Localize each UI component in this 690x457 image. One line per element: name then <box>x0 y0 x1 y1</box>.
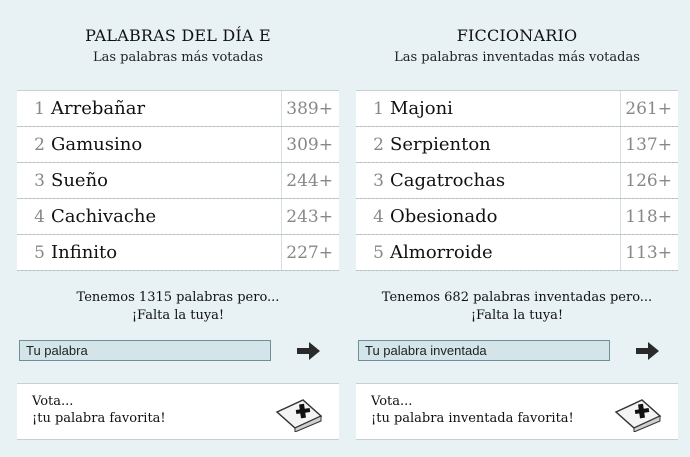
rank-number: 4 <box>34 207 45 227</box>
ficcionario-panel: FICCIONARIO Las palabras inventadas más … <box>356 0 678 457</box>
vote-prompt: Vota... ¡tu palabra favorita! <box>32 393 166 427</box>
vote-count[interactable]: 309+ <box>281 127 339 163</box>
panel-subtitle: Las palabras inventadas más votadas <box>394 50 640 65</box>
vote-count[interactable]: 118+ <box>620 199 678 235</box>
new-word-input[interactable] <box>19 340 271 361</box>
rank-number: 1 <box>373 99 384 119</box>
list-item[interactable]: 3 Sueño 244+ <box>17 163 339 199</box>
arrow-right-icon[interactable] <box>634 340 662 362</box>
vote-line: ¡tu palabra favorita! <box>32 411 166 426</box>
ballot-box-icon[interactable] <box>273 394 325 432</box>
list-item[interactable]: 2 Gamusino 309+ <box>17 127 339 163</box>
word-link[interactable]: Almorroide <box>390 235 493 271</box>
ballot-box-icon[interactable] <box>612 394 664 432</box>
vote-line: Vota... <box>371 394 413 409</box>
list-item[interactable]: 5 Almorroide 113+ <box>356 235 678 271</box>
rank-number: 4 <box>373 207 384 227</box>
list-item[interactable]: 3 Cagatrochas 126+ <box>356 163 678 199</box>
rank-number: 5 <box>34 243 45 263</box>
new-invented-word-input[interactable] <box>358 340 610 361</box>
word-link[interactable]: Arrebañar <box>51 91 145 127</box>
vote-line: Vota... <box>32 394 74 409</box>
list-item[interactable]: 5 Infinito 227+ <box>17 235 339 271</box>
rank-number: 2 <box>373 135 384 155</box>
vote-count[interactable]: 389+ <box>281 91 339 127</box>
vote-count[interactable]: 137+ <box>620 127 678 163</box>
vote-count[interactable]: 261+ <box>620 91 678 127</box>
panel-title: FICCIONARIO <box>456 26 578 45</box>
vote-line: ¡tu palabra inventada favorita! <box>371 411 574 426</box>
page: PALABRAS DEL DÍA E Las palabras más vota… <box>0 0 690 457</box>
word-link[interactable]: Majoni <box>390 91 453 127</box>
palabras-del-dia-panel: PALABRAS DEL DÍA E Las palabras más vota… <box>17 0 339 457</box>
missing-line: ¡Falta la tuya! <box>131 308 225 323</box>
ranking-list: 1 Majoni 261+ 2 Serpienton 137+ 3 Cagatr… <box>356 90 678 271</box>
rank-number: 3 <box>34 171 45 191</box>
list-item[interactable]: 4 Cachivache 243+ <box>17 199 339 235</box>
word-link[interactable]: Serpienton <box>390 127 491 163</box>
count-line: Tenemos 682 palabras inventadas pero... <box>381 290 653 305</box>
panel-title: PALABRAS DEL DÍA E <box>85 26 271 45</box>
panel-subtitle: Las palabras más votadas <box>92 50 264 65</box>
word-link[interactable]: Sueño <box>51 163 108 199</box>
vote-prompt: Vota... ¡tu palabra inventada favorita! <box>371 393 574 427</box>
list-item[interactable]: 2 Serpienton 137+ <box>356 127 678 163</box>
rank-number: 5 <box>373 243 384 263</box>
vote-count[interactable]: 227+ <box>281 235 339 271</box>
word-link[interactable]: Gamusino <box>51 127 142 163</box>
rank-number: 2 <box>34 135 45 155</box>
word-link[interactable]: Obesionado <box>390 199 497 235</box>
list-item[interactable]: 1 Arrebañar 389+ <box>17 91 339 127</box>
rank-number: 3 <box>373 171 384 191</box>
list-item[interactable]: 4 Obesionado 118+ <box>356 199 678 235</box>
vote-count[interactable]: 243+ <box>281 199 339 235</box>
word-link[interactable]: Cagatrochas <box>390 163 505 199</box>
list-item[interactable]: 1 Majoni 261+ <box>356 91 678 127</box>
word-link[interactable]: Cachivache <box>51 199 156 235</box>
count-line: Tenemos 1315 palabras pero... <box>76 290 280 305</box>
word-link[interactable]: Infinito <box>51 235 117 271</box>
vote-count[interactable]: 126+ <box>620 163 678 199</box>
vote-count[interactable]: 244+ <box>281 163 339 199</box>
vote-count[interactable]: 113+ <box>620 235 678 271</box>
word-count-message: Tenemos 1315 palabras pero... ¡Falta la … <box>17 289 339 325</box>
missing-line: ¡Falta la tuya! <box>470 308 564 323</box>
ranking-list: 1 Arrebañar 389+ 2 Gamusino 309+ 3 Sueño… <box>17 90 339 271</box>
arrow-right-icon[interactable] <box>295 340 323 362</box>
vote-box[interactable]: Vota... ¡tu palabra favorita! <box>17 383 339 440</box>
rank-number: 1 <box>34 99 45 119</box>
vote-box[interactable]: Vota... ¡tu palabra inventada favorita! <box>356 383 678 440</box>
word-count-message: Tenemos 682 palabras inventadas pero... … <box>356 289 678 325</box>
